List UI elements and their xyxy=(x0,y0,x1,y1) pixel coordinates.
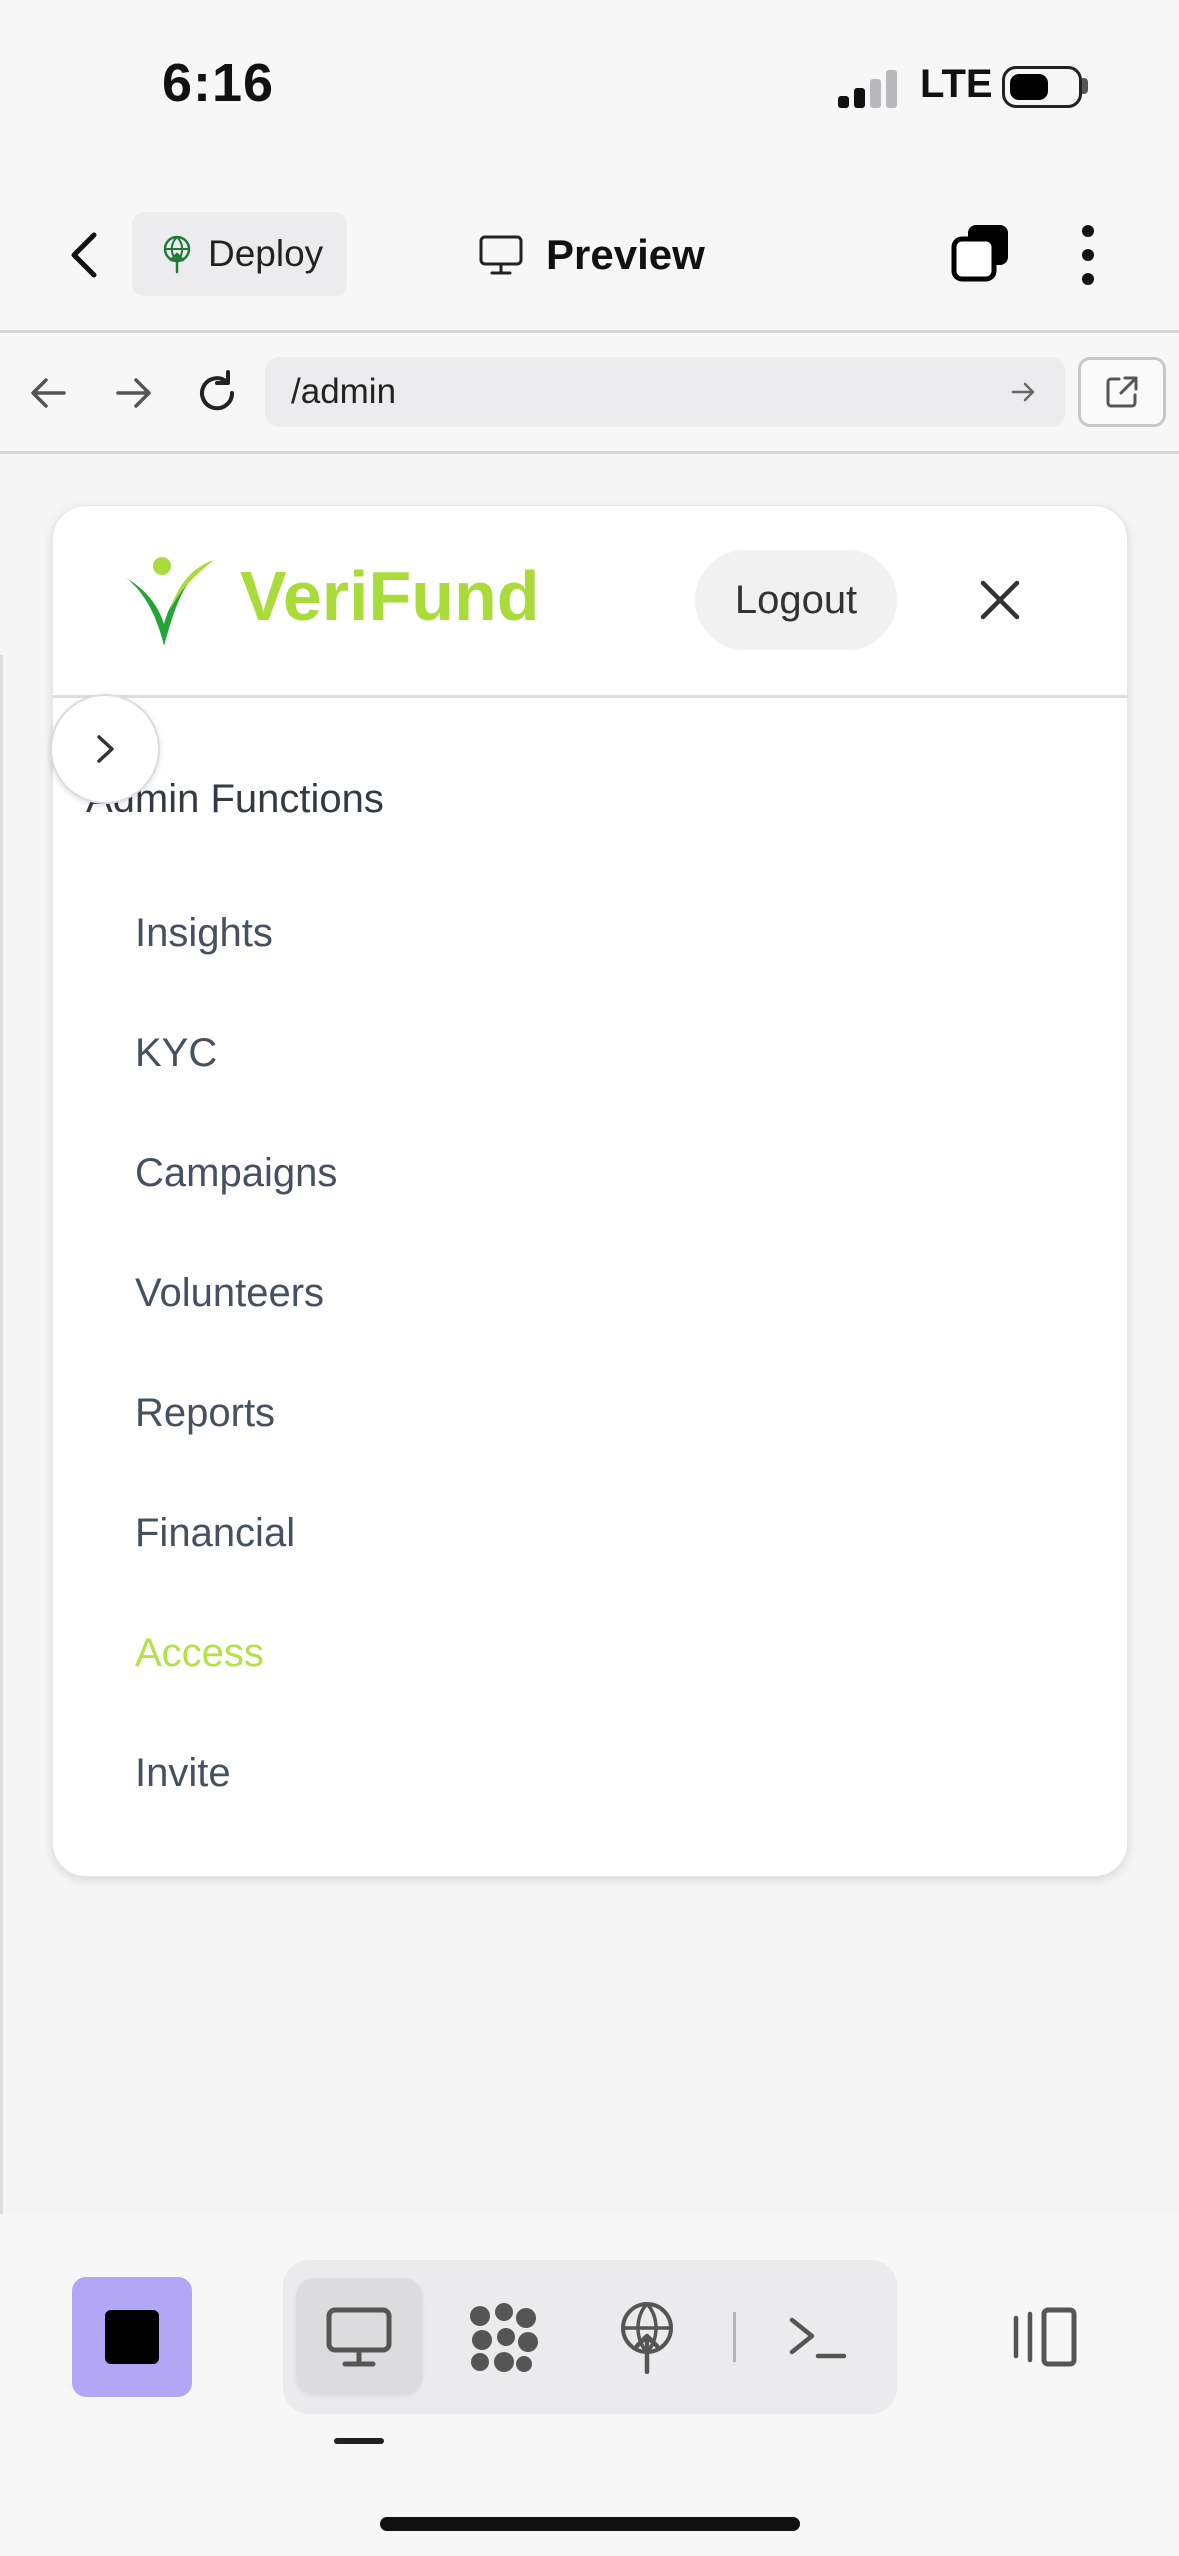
preview-label: Preview xyxy=(546,231,705,278)
monitor-icon xyxy=(479,235,523,275)
menu-item-financial[interactable]: Financial xyxy=(135,1511,295,1556)
external-link-icon xyxy=(1106,376,1138,408)
menu-item-campaigns[interactable]: Campaigns xyxy=(135,1151,337,1196)
url-input[interactable]: /admin xyxy=(265,357,1065,427)
menu-item-invite[interactable]: Invite xyxy=(135,1751,231,1796)
split-view-button[interactable] xyxy=(1006,2300,1086,2374)
chevron-right-icon xyxy=(97,735,114,763)
menu-item-volunteers[interactable]: Volunteers xyxy=(135,1271,324,1316)
menu-item-reports[interactable]: Reports xyxy=(135,1391,275,1436)
verifund-logo xyxy=(120,550,220,650)
back-button[interactable] xyxy=(60,225,110,285)
globe-upload-icon xyxy=(163,235,191,274)
globe-upload-icon xyxy=(621,2302,673,2375)
close-icon xyxy=(980,580,1020,620)
open-external-button[interactable] xyxy=(1078,357,1166,427)
tool-preview[interactable] xyxy=(319,2300,399,2374)
expand-sidebar-button[interactable] xyxy=(50,694,160,804)
menu-header-divider xyxy=(52,695,1128,698)
dots-cluster-icon xyxy=(470,2303,538,2372)
tool-workflows[interactable] xyxy=(464,2300,544,2374)
chevron-left-icon xyxy=(71,232,97,278)
tool-shell[interactable] xyxy=(778,2300,858,2374)
preview-tab[interactable]: Preview xyxy=(478,225,705,285)
url-text: /admin xyxy=(291,372,397,411)
browser-forward-button[interactable] xyxy=(108,368,158,418)
stacked-squares-icon xyxy=(951,225,1008,282)
stop-icon xyxy=(105,2310,159,2364)
toolbar-separator xyxy=(733,2312,736,2362)
logout-button[interactable]: Logout xyxy=(695,550,897,650)
signal-icon xyxy=(838,70,900,108)
split-panel-icon xyxy=(1013,2307,1077,2367)
battery-icon xyxy=(1002,66,1082,108)
brand-name: VeriFund xyxy=(240,557,540,635)
arrow-right-icon xyxy=(116,378,151,408)
kebab-menu-icon xyxy=(1082,225,1094,285)
arrow-left-icon xyxy=(31,378,66,408)
network-label: LTE xyxy=(920,62,993,106)
menu-item-access[interactable]: Access xyxy=(135,1631,264,1676)
monitor-icon xyxy=(326,2307,392,2367)
tabs-button[interactable] xyxy=(950,222,1012,284)
sidebar-edge xyxy=(0,655,3,2215)
deploy-button[interactable]: Deploy xyxy=(132,212,347,296)
reload-icon xyxy=(200,370,235,411)
home-indicator[interactable] xyxy=(380,2517,800,2531)
menu-item-insights[interactable]: Insights xyxy=(135,911,273,956)
reload-button[interactable] xyxy=(192,368,242,418)
arrow-right-small-icon[interactable] xyxy=(1009,377,1039,407)
menu-item-kyc[interactable]: KYC xyxy=(135,1031,217,1076)
terminal-icon xyxy=(789,2317,847,2359)
close-menu-button[interactable] xyxy=(975,575,1025,625)
tool-deploy[interactable] xyxy=(607,2300,687,2375)
deploy-label: Deploy xyxy=(208,233,324,274)
more-menu-button[interactable] xyxy=(1070,222,1106,288)
browser-back-button[interactable] xyxy=(24,368,74,418)
stop-button[interactable] xyxy=(72,2277,192,2397)
active-tool-indicator xyxy=(334,2438,384,2444)
battery-tip xyxy=(1082,78,1088,94)
status-time: 6:16 xyxy=(162,53,275,113)
